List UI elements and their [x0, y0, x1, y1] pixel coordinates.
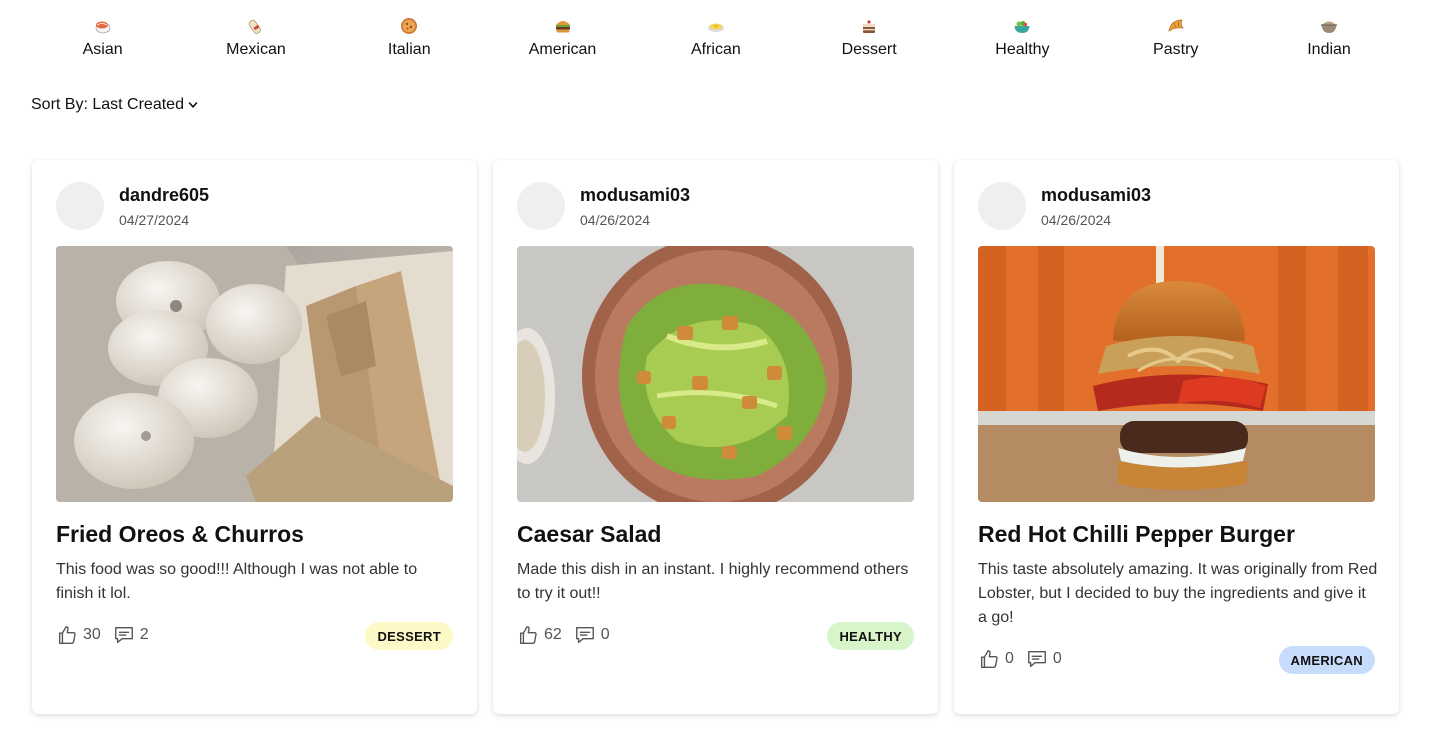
chevron-down-icon	[188, 102, 198, 108]
like-button[interactable]: 62	[517, 624, 562, 646]
burger-photo[interactable]	[978, 246, 1375, 502]
comment-count: 0	[600, 626, 610, 643]
post-actions: 30 2	[56, 624, 149, 646]
category-label: African	[690, 41, 741, 58]
comment-button[interactable]: 0	[574, 624, 610, 646]
post-title[interactable]: Red Hot Chilli Pepper Burger	[978, 520, 1295, 548]
comment-icon	[575, 626, 594, 644]
avatar[interactable]	[56, 182, 104, 230]
comment-icon	[1027, 650, 1046, 668]
category-label: Italian	[387, 41, 431, 58]
post-description: This taste absolutely amazing. It was or…	[978, 561, 1378, 626]
category-indian[interactable]: Indian	[1252, 16, 1405, 64]
category-label: Asian	[82, 41, 123, 58]
egg-dish-icon	[706, 16, 726, 36]
category-italian[interactable]: Italian	[333, 16, 486, 64]
salad-bowl-icon	[1012, 16, 1032, 36]
like-count: 0	[1005, 650, 1014, 667]
post-card[interactable]: modusami03 04/26/2024 Caesar Salad Made …	[493, 160, 938, 714]
post-username[interactable]: modusami03	[1041, 184, 1151, 206]
curry-pot-icon	[1319, 16, 1339, 36]
post-description: This food was so good!!! Although I was …	[56, 561, 418, 602]
category-pastry[interactable]: Pastry	[1099, 16, 1252, 64]
category-african[interactable]: African	[639, 16, 792, 64]
category-tag[interactable]: DESSERT	[365, 622, 453, 650]
cake-icon	[859, 16, 879, 36]
sushi-icon	[93, 16, 113, 36]
post-username[interactable]: modusami03	[580, 184, 690, 206]
comment-button[interactable]: 2	[113, 624, 149, 646]
sort-label: Sort By: Last Created	[31, 96, 184, 113]
hamburger-icon	[553, 16, 573, 36]
comment-count: 2	[139, 626, 149, 643]
category-label: Healthy	[995, 41, 1050, 58]
avatar[interactable]	[978, 182, 1026, 230]
like-button[interactable]: 30	[56, 624, 101, 646]
category-dessert[interactable]: Dessert	[792, 16, 945, 64]
post-title[interactable]: Fried Oreos & Churros	[56, 520, 304, 548]
like-count: 62	[544, 626, 562, 643]
like-count: 30	[83, 626, 101, 643]
post-date: 04/26/2024	[1041, 212, 1112, 228]
thumbs-up-icon	[980, 650, 998, 668]
category-bar: Asian Mexican Italian American African D…	[26, 16, 1406, 64]
category-mexican[interactable]: Mexican	[179, 16, 332, 64]
croissant-icon	[1166, 16, 1186, 36]
comment-count: 0	[1052, 650, 1062, 667]
post-description: Made this dish in an instant. I highly r…	[517, 561, 909, 602]
post-actions: 0 0	[978, 648, 1062, 670]
category-tag[interactable]: AMERICAN	[1278, 646, 1375, 674]
sort-dropdown[interactable]: Sort By: Last Created	[31, 96, 198, 114]
category-healthy[interactable]: Healthy	[946, 16, 1099, 64]
category-tag[interactable]: HEALTHY	[827, 622, 914, 650]
post-card[interactable]: modusami03 04/26/2024 Red Hot Chilli Pep…	[954, 160, 1399, 714]
category-label: Indian	[1307, 41, 1351, 58]
category-label: Dessert	[841, 41, 897, 58]
thumbs-up-icon	[519, 626, 537, 644]
avatar[interactable]	[517, 182, 565, 230]
category-american[interactable]: American	[486, 16, 639, 64]
category-label: Mexican	[226, 41, 286, 58]
category-label: Pastry	[1153, 41, 1199, 58]
post-date: 04/26/2024	[580, 212, 651, 228]
like-button[interactable]: 0	[978, 648, 1014, 670]
caesar-salad-photo[interactable]	[517, 246, 914, 502]
comment-icon	[114, 626, 133, 644]
post-title[interactable]: Caesar Salad	[517, 520, 661, 548]
post-actions: 62 0	[517, 624, 610, 646]
fried-oreos-churros-photo[interactable]	[56, 246, 453, 502]
thumbs-up-icon	[58, 626, 76, 644]
post-card[interactable]: dandre605 04/27/2024 Fried Oreos & Churr…	[32, 160, 477, 714]
category-label: American	[528, 41, 597, 58]
category-asian[interactable]: Asian	[26, 16, 179, 64]
burrito-icon	[246, 16, 266, 36]
post-username[interactable]: dandre605	[119, 184, 209, 206]
pizza-icon	[399, 16, 419, 36]
comment-button[interactable]: 0	[1026, 648, 1062, 670]
post-date: 04/27/2024	[119, 212, 190, 228]
